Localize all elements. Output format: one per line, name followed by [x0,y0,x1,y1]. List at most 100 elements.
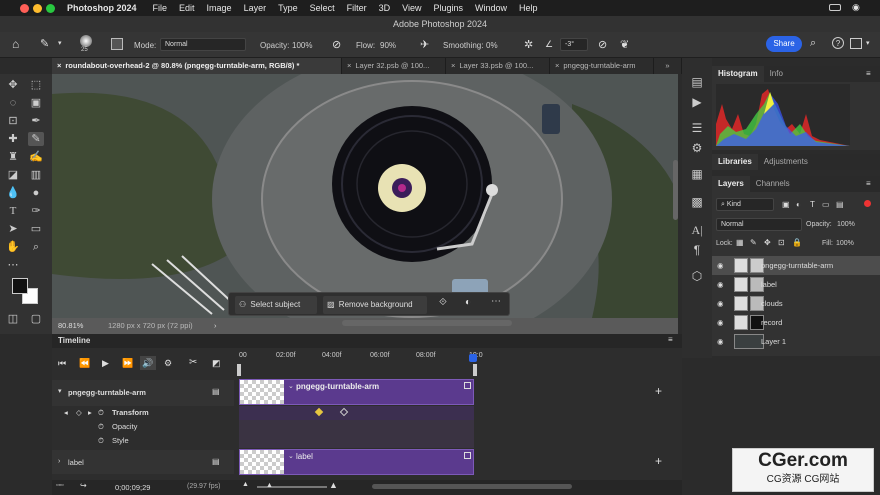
blur-tool-icon[interactable]: 💧 [5,186,21,200]
brush-preset-icon[interactable] [80,35,92,47]
properties-icon[interactable]: ⚙ [689,140,705,156]
layer-row[interactable]: ◉ clouds [712,294,880,313]
tab-info[interactable]: Info [764,66,789,82]
track-expand-icon[interactable]: › [58,458,60,465]
opacity-row[interactable]: ⏱ Opacity [52,422,232,434]
tab-histogram[interactable]: Histogram [712,66,764,82]
layer-comps-icon[interactable]: ▦ [689,166,705,182]
angle-field[interactable]: -3° [560,38,588,51]
timeline-settings-icon[interactable]: ⚙ [164,358,172,369]
object-select-tool-icon[interactable]: ▣ [28,96,44,110]
menu-window[interactable]: Window [475,3,507,13]
work-area-start-handle[interactable] [237,364,241,376]
visibility-eye-icon[interactable]: ◉ [717,332,724,351]
tab-layer-33[interactable]: × Layer 33.psb @ 100... [446,58,550,74]
track-header[interactable]: › label ▤ [52,450,234,474]
transition-icon[interactable]: ◩ [212,358,221,369]
layer-name[interactable]: label [761,275,777,294]
transform-row[interactable]: ◂ ◇ ▸ ⏱ Transform [52,408,232,420]
document-info[interactable]: 1280 px x 720 px (72 ppi) [108,318,193,334]
transform-icon[interactable]: ⟐ [439,297,447,308]
work-area-end-handle[interactable] [473,364,477,376]
video-clip[interactable]: ⌄ pngegg-turntable-arm [239,379,474,405]
track-film-icon[interactable]: ▤ [212,457,220,466]
home-icon[interactable]: ⌂ [12,37,19,51]
path-select-tool-icon[interactable]: ➤ [5,222,21,236]
menu-view[interactable]: View [402,3,421,13]
add-keyframe-icon[interactable]: ◇ [76,408,82,417]
keyframe-track[interactable] [239,406,474,420]
swatches-icon[interactable]: ▩ [689,194,705,210]
split-clip-icon[interactable]: ✂ [189,357,197,368]
track-film-icon[interactable]: ▤ [212,387,220,396]
stopwatch-icon[interactable]: ⏱ [98,436,104,446]
control-center-icon[interactable]: ◉ [852,2,860,13]
workspace-chevron-icon[interactable]: ▾ [866,39,870,47]
pressure-size-icon[interactable]: ⊘ [598,38,607,51]
current-timecode[interactable]: 0;00;09;29 [115,483,150,492]
tab-layer-32[interactable]: × Layer 32.psb @ 100... [342,58,446,74]
visibility-eye-icon[interactable]: ◉ [717,275,724,294]
tab-close-icon[interactable]: × [451,61,455,70]
tab-turntable-arm[interactable]: × pngegg-turntable-arm [550,58,654,74]
tab-roundabout[interactable]: × roundabout-overhead-2 @ 80.8% (pngegg-t… [52,58,342,74]
layer-row[interactable]: ◉ label [712,275,880,294]
pressure-opacity-icon[interactable]: ⊘ [332,38,341,51]
zoom-level[interactable]: 80.81% [58,318,83,334]
fill-value[interactable]: 100% [836,240,854,247]
filter-adjustment-icon[interactable]: ◐ [796,200,801,209]
track-header[interactable]: ▾ pngegg-turntable-arm ▤ [52,380,234,406]
marquee-tool-icon[interactable]: ⬚ [28,78,44,92]
airbrush-icon[interactable]: ✈ [420,38,429,51]
lock-paint-icon[interactable]: ✎ [750,238,757,247]
audio-icon[interactable]: 🔊 [140,356,156,370]
layer-row[interactable]: ◉ record [712,313,880,332]
next-keyframe-icon[interactable]: ▸ [88,408,92,417]
playhead-marker[interactable] [469,354,477,362]
panel-menu-icon[interactable]: ≡ [866,69,871,78]
timeline-zoom-handle[interactable]: ▲ [266,482,273,489]
play-icon[interactable]: ▶ [102,358,109,369]
clip-expand-icon[interactable]: ⌄ [288,382,294,390]
canvas-vertical-scrollbar[interactable] [673,160,678,220]
filter-toggle-icon[interactable] [864,200,871,207]
filter-type-icon[interactable]: T [810,200,815,209]
filter-shape-icon[interactable]: ▭ [822,200,830,209]
help-icon[interactable]: ? [832,37,844,49]
layer-name[interactable]: Layer 1 [761,332,786,351]
menu-select[interactable]: Select [310,3,335,13]
3d-icon[interactable]: ⬡ [689,268,705,284]
tab-channels[interactable]: Channels [750,176,796,192]
status-chevron-icon[interactable]: › [214,318,217,334]
history-icon[interactable]: ▤ [689,74,705,90]
zoom-in-icon[interactable]: ▲ [329,480,338,490]
clip-expand-icon[interactable]: ⌄ [288,452,294,460]
menu-edit[interactable]: Edit [179,3,195,13]
select-subject-button[interactable]: ⚇ Select subject [235,296,317,314]
timeline-ruler[interactable]: 00 02:00f 04:00f 06:00f 08:00f 10:0 [239,350,679,366]
search-icon[interactable]: ⌕ [810,37,816,50]
render-icon[interactable]: ↪ [80,481,87,490]
blend-mode-dropdown[interactable]: Normal [716,218,802,231]
mask-icon[interactable]: ◐ [465,297,471,308]
menu-file[interactable]: File [153,3,168,13]
eraser-tool-icon[interactable]: ◪ [5,168,21,182]
move-tool-icon[interactable]: ✥ [5,78,21,92]
tab-adjustments[interactable]: Adjustments [758,154,814,170]
zoom-out-icon[interactable]: ▲ [242,481,249,488]
menu-layer[interactable]: Layer [244,3,267,13]
adjustments-icon[interactable]: ☰ [689,120,705,136]
play-actions-icon[interactable]: ▶ [689,94,705,110]
brush-tool-icon[interactable]: ✎ [40,37,49,50]
crop-tool-icon[interactable]: ⊡ [5,114,21,128]
layer-name[interactable]: clouds [761,294,783,313]
brush-settings-icon[interactable] [111,38,123,50]
layer-name[interactable]: record [761,313,782,332]
workspace-icon[interactable] [850,38,862,49]
track-expand-icon[interactable]: ▾ [58,387,62,395]
quick-mask-icon[interactable]: ◫ [5,312,21,326]
layer-name[interactable]: pngegg-turntable-arm [761,256,833,275]
timeline-scrollbar[interactable] [372,484,572,489]
style-row[interactable]: ⏱ Style [52,436,232,448]
menu-help[interactable]: Help [519,3,538,13]
